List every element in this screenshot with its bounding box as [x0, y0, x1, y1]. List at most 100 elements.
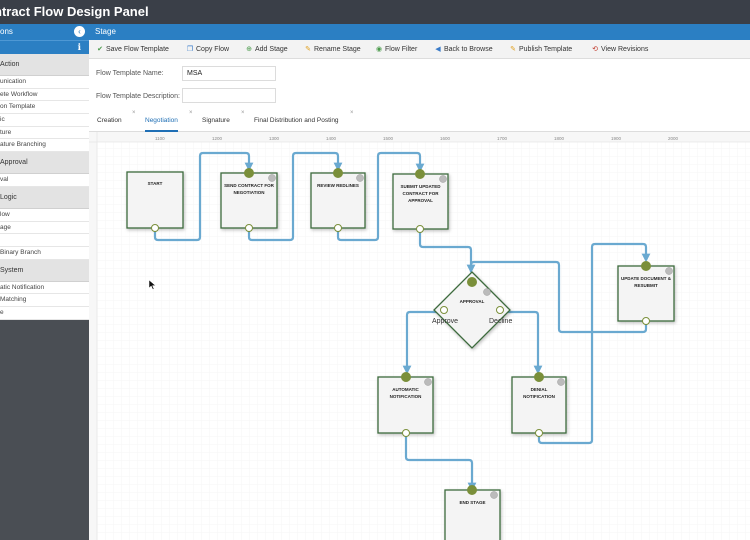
node-denial-label: DENIAL NOTIFICATION — [523, 387, 555, 399]
save-flow-template-button[interactable]: ✔ Save Flow Template — [96, 45, 169, 53]
toolbar-button-label: Back to Browse — [444, 46, 493, 53]
sidebar-item[interactable]: atic Notification — [0, 281, 89, 295]
collapse-icon[interactable]: ‹ — [74, 26, 85, 37]
info-icon[interactable]: ℹ — [78, 42, 81, 53]
back-to-browse-button[interactable]: ◀ Back to Browse — [434, 45, 493, 53]
tab-close-icon[interactable]: × — [350, 110, 354, 116]
ruler-tick-label: 1800 — [554, 136, 565, 141]
node-menu-icon[interactable] — [483, 288, 491, 296]
ruler-tick-label: 1400 — [326, 136, 337, 141]
ruler-tick-label: 1200 — [212, 136, 223, 141]
window-titlebar: ntract Flow Design Panel — [0, 0, 750, 24]
toolbar-button-label: Save Flow Template — [106, 46, 169, 53]
node-menu-icon[interactable] — [424, 378, 432, 386]
sidebar-item[interactable]: Binary Branch — [0, 246, 89, 260]
toolbar-button-label: Publish Template — [519, 46, 573, 53]
sidebar-group-header[interactable]: System — [0, 259, 89, 282]
sidebar-item[interactable]: on Template — [0, 101, 89, 115]
sidebar-subheader: ℹ — [0, 40, 89, 54]
ruler-tick-label: 1300 — [269, 136, 280, 141]
tab-signature[interactable]: Signature — [202, 117, 230, 124]
node-menu-icon[interactable] — [268, 174, 276, 182]
main-header-title: Stage — [95, 27, 116, 36]
check-icon: ✔ — [97, 46, 103, 53]
ruler-tick-label: 2000 — [668, 136, 679, 141]
node-menu-icon[interactable] — [439, 175, 447, 183]
sidebar-item[interactable]: e — [0, 306, 89, 320]
toolbar: ✔ Save Flow Template ❐ Copy Flow ⊕ Add Stage ✎… — [89, 40, 750, 59]
tab-negotiation[interactable]: Negotiation — [145, 117, 178, 132]
horizontal-ruler — [89, 132, 750, 142]
sidebar-item[interactable]: ture — [0, 126, 89, 140]
node-auto-shape[interactable] — [377, 372, 434, 437]
rename-stage-button[interactable]: ✎ Rename Stage — [304, 45, 361, 53]
vertical-ruler — [89, 132, 97, 540]
tab-creation[interactable]: Creation — [97, 117, 122, 124]
view-revisions-button[interactable]: ⟲ View Revisions — [591, 45, 648, 53]
add-stage-button[interactable]: ⊕ Add Stage — [245, 45, 288, 53]
template-name-input[interactable]: MSA — [182, 66, 276, 81]
sidebar-list: Action unication ete Workflow on Template ic… — [0, 54, 89, 320]
node-end-label: END STAGE — [459, 500, 486, 505]
sidebar-group-header[interactable]: Action — [0, 54, 89, 76]
publish-template-button[interactable]: ✎ Publish Template — [509, 45, 572, 53]
sidebar-group-header[interactable]: Approval — [0, 152, 89, 175]
tab-close-icon[interactable]: × — [241, 110, 245, 116]
history-icon: ⟲ — [592, 46, 598, 53]
copy-icon: ❐ — [186, 46, 194, 53]
sidebar-item[interactable] — [0, 234, 89, 247]
node-menu-icon[interactable] — [557, 378, 565, 386]
sidebar-item[interactable]: ete Workflow — [0, 88, 89, 102]
node-update-shape[interactable] — [617, 261, 675, 325]
toolbar-button-label: Flow Filter — [385, 46, 418, 53]
sidebar: ons ‹ ℹ Action unication ete Workflow on Te… — [0, 24, 89, 540]
stage-tabs: Creation × Negotiation × Signature × Final Dis… — [89, 108, 750, 132]
approve-branch-label: Approve — [432, 318, 459, 325]
node-end-shape[interactable] — [444, 485, 501, 540]
tab-close-icon[interactable]: × — [132, 110, 136, 116]
sidebar-header: ons ‹ — [0, 24, 89, 40]
toolbar-button-label: Copy Flow — [196, 46, 230, 53]
sidebar-item[interactable]: val — [0, 174, 89, 187]
filter-icon: ◉ — [375, 46, 383, 53]
node-menu-icon[interactable] — [490, 491, 498, 499]
back-icon: ◀ — [435, 46, 441, 53]
ruler-tick-label: 1600 — [440, 136, 451, 141]
sidebar-item[interactable]: low — [0, 208, 89, 222]
flow-filter-button[interactable]: ◉ Flow Filter — [375, 45, 417, 53]
node-send-shape[interactable] — [220, 168, 278, 232]
node-start-label: START — [147, 181, 163, 186]
pencil-icon: ✎ — [510, 46, 516, 53]
decline-branch-label: Decline — [489, 318, 513, 325]
copy-flow-button[interactable]: ❐ Copy Flow — [186, 45, 229, 53]
node-send-label: SEND CONTRACT FOR NEGOTIATION — [224, 183, 274, 195]
ruler-tick-label: 1100 — [155, 136, 165, 141]
flow-canvas[interactable]: 1100 1200 1300 1400 1500 1600 1700 1800 1900 2000… — [89, 132, 750, 540]
node-auto-label: AUTOMATIC NOTIFICATION — [389, 387, 422, 399]
pencil-icon: ✎ — [305, 46, 311, 53]
sidebar-item[interactable]: age — [0, 221, 89, 235]
toolbar-button-label: View Revisions — [601, 46, 649, 53]
tab-final-distribution-and-posting[interactable]: Final Distribution and Posting — [254, 117, 339, 124]
approval-label: APPROVAL — [459, 299, 485, 304]
ruler-tick-label: 1900 — [611, 136, 622, 141]
toolbar-button-label: Rename Stage — [314, 46, 361, 53]
toolbar-button-label: Add Stage — [255, 46, 288, 53]
sidebar-item[interactable]: Matching — [0, 294, 89, 307]
node-menu-icon[interactable] — [665, 267, 673, 275]
node-denial-shape[interactable] — [511, 372, 567, 437]
node-submit-label: SUBMIT UPDATED CONTRACT FOR APPROVAL — [400, 184, 441, 203]
sidebar-item[interactable]: ature Branching — [0, 139, 89, 153]
tab-close-icon[interactable]: × — [189, 110, 193, 116]
sidebar-title: ons — [0, 27, 13, 36]
sidebar-item[interactable]: ic — [0, 114, 89, 127]
node-menu-icon[interactable] — [356, 174, 364, 182]
template-description-input[interactable] — [182, 88, 276, 103]
sidebar-group-header[interactable]: Logic — [0, 186, 89, 209]
node-update-label: UPDATE DOCUMENT & RESUBMIT — [621, 276, 671, 288]
ruler-tick-label: 1500 — [383, 136, 394, 141]
sidebar-item[interactable]: unication — [0, 76, 89, 89]
ruler-tick-label: 1700 — [497, 136, 508, 141]
app-title: ntract Flow Design Panel — [0, 4, 149, 19]
node-review-shape[interactable] — [310, 168, 366, 232]
